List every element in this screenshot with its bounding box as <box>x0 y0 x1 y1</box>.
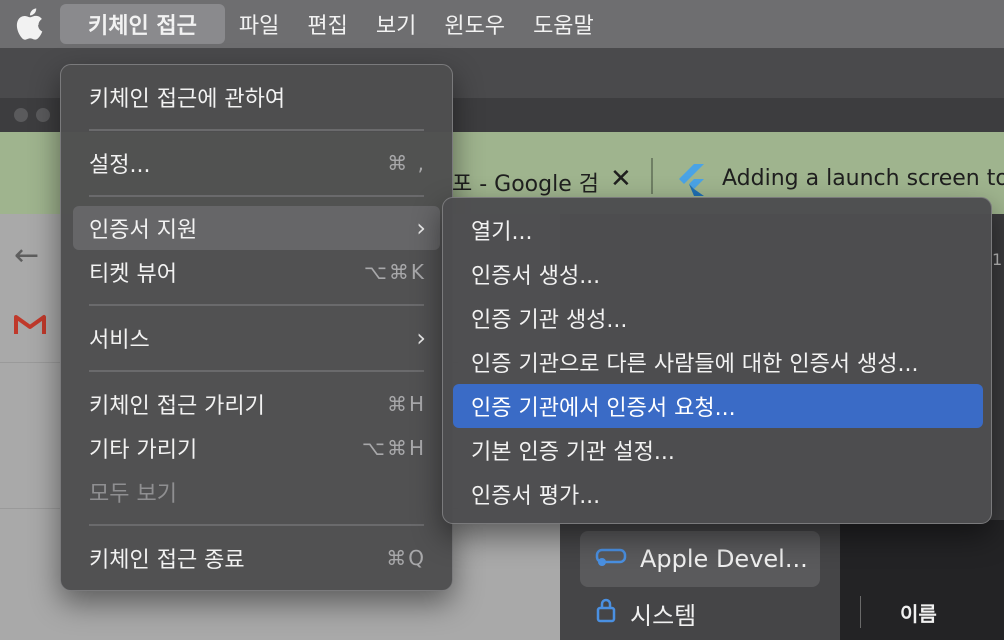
menu-item-cert-assistant[interactable]: 인증서 지원 › <box>73 206 440 250</box>
menu-item-label: 키체인 접근 종료 <box>89 548 245 573</box>
submenu-item-open[interactable]: 열기... <box>453 208 983 252</box>
sidebar-item-label: 시스템 <box>630 601 697 630</box>
menu-item-quit[interactable]: 키체인 접근 종료 ⌘Q <box>73 536 440 580</box>
menu-item-hide-others[interactable]: 기타 가리기 ⌥⌘H <box>73 426 440 470</box>
submenu-item-set-default-ca[interactable]: 기본 인증 기관 설정... <box>453 428 983 472</box>
menubar-window[interactable]: 윈도우 <box>430 4 519 44</box>
menu-item-ticket-viewer[interactable]: 티켓 뷰어 ⌥⌘K <box>73 250 440 294</box>
menu-item-label: 인증서 지원 <box>89 218 198 243</box>
submenu-item-request-from-ca[interactable]: 인증 기관에서 인증서 요청... <box>453 384 983 428</box>
submenu-item-evaluate-certificate[interactable]: 인증서 평가... <box>453 472 983 516</box>
browser-tab-title[interactable]: 포 - Google 검 <box>452 166 599 198</box>
gmail-icon[interactable] <box>14 312 46 340</box>
sidebar-item-label: Apple Devel... <box>640 545 808 573</box>
window-close-dot <box>14 108 28 122</box>
menubar-view[interactable]: 보기 <box>362 4 430 44</box>
keychain-icon <box>594 544 628 574</box>
flutter-logo-icon <box>676 164 706 200</box>
menu-item-hide-app[interactable]: 키체인 접근 가리기 ⌘H <box>73 382 440 426</box>
menu-item-settings[interactable]: 설정... ⌘ , <box>73 141 440 185</box>
menubar-app-name[interactable]: 키체인 접근 <box>60 4 225 44</box>
chevron-right-icon: › <box>416 324 426 352</box>
menu-separator <box>89 304 424 306</box>
menubar-edit[interactable]: 편집 <box>293 4 361 44</box>
window-minimize-dot <box>36 108 50 122</box>
menu-item-label: 키체인 접근 가리기 <box>89 394 265 419</box>
shortcut-label: ⌘Q <box>386 546 426 570</box>
shortcut-label: ⌥⌘K <box>363 260 426 284</box>
menu-separator <box>89 129 424 131</box>
menu-item-services[interactable]: 서비스 › <box>73 316 440 360</box>
menu-item-about[interactable]: 키체인 접근에 관하여 <box>73 75 440 119</box>
shortcut-label: ⌘H <box>386 392 426 416</box>
menu-separator <box>89 370 424 372</box>
shortcut-label: ⌘ , <box>387 151 426 175</box>
tab-close-icon[interactable]: ✕ <box>610 164 632 194</box>
keychain-app-menu: 키체인 접근에 관하여 설정... ⌘ , 인증서 지원 › 티켓 뷰어 ⌥⌘K… <box>60 64 453 591</box>
sidebar-item-apple-developer[interactable]: Apple Devel... <box>580 531 820 587</box>
menu-item-label: 티켓 뷰어 <box>89 262 177 287</box>
chevron-right-icon: › <box>416 214 426 242</box>
menu-item-label: 키체인 접근에 관하여 <box>89 87 286 112</box>
menu-item-show-all: 모두 보기 <box>73 470 440 514</box>
submenu-item-create-cert-for-others[interactable]: 인증 기관으로 다른 사람들에 대한 인증서 생성... <box>453 340 983 384</box>
browser-tab-title-2[interactable]: Adding a launch screen to <box>722 166 1004 191</box>
back-arrow-icon[interactable]: ← <box>14 238 39 273</box>
apple-menu-icon[interactable] <box>0 0 60 48</box>
menu-separator <box>89 195 424 197</box>
tab-separator <box>651 158 653 194</box>
menu-item-label: 설정... <box>89 153 151 178</box>
cert-assistant-submenu: 열기... 인증서 생성... 인증 기관 생성... 인증 기관으로 다른 사… <box>442 197 992 524</box>
menubar-file[interactable]: 파일 <box>225 4 293 44</box>
lock-icon <box>594 597 618 629</box>
submenu-item-create-certificate[interactable]: 인증서 생성... <box>453 252 983 296</box>
truncated-text: 1 <box>992 250 1003 269</box>
shortcut-label: ⌥⌘H <box>361 436 426 460</box>
menu-item-label: 기타 가리기 <box>89 438 198 463</box>
menu-item-label: 모두 보기 <box>89 482 177 507</box>
sidebar-item-system[interactable]: 시스템 <box>580 585 820 640</box>
column-separator <box>860 596 861 628</box>
menu-separator <box>89 524 424 526</box>
menu-bar: 키체인 접근 파일 편집 보기 윈도우 도움말 <box>0 0 1004 48</box>
menubar-help[interactable]: 도움말 <box>519 4 608 44</box>
menu-item-label: 서비스 <box>89 328 150 353</box>
submenu-item-create-ca[interactable]: 인증 기관 생성... <box>453 296 983 340</box>
column-header-name[interactable]: 이름 <box>900 598 937 627</box>
